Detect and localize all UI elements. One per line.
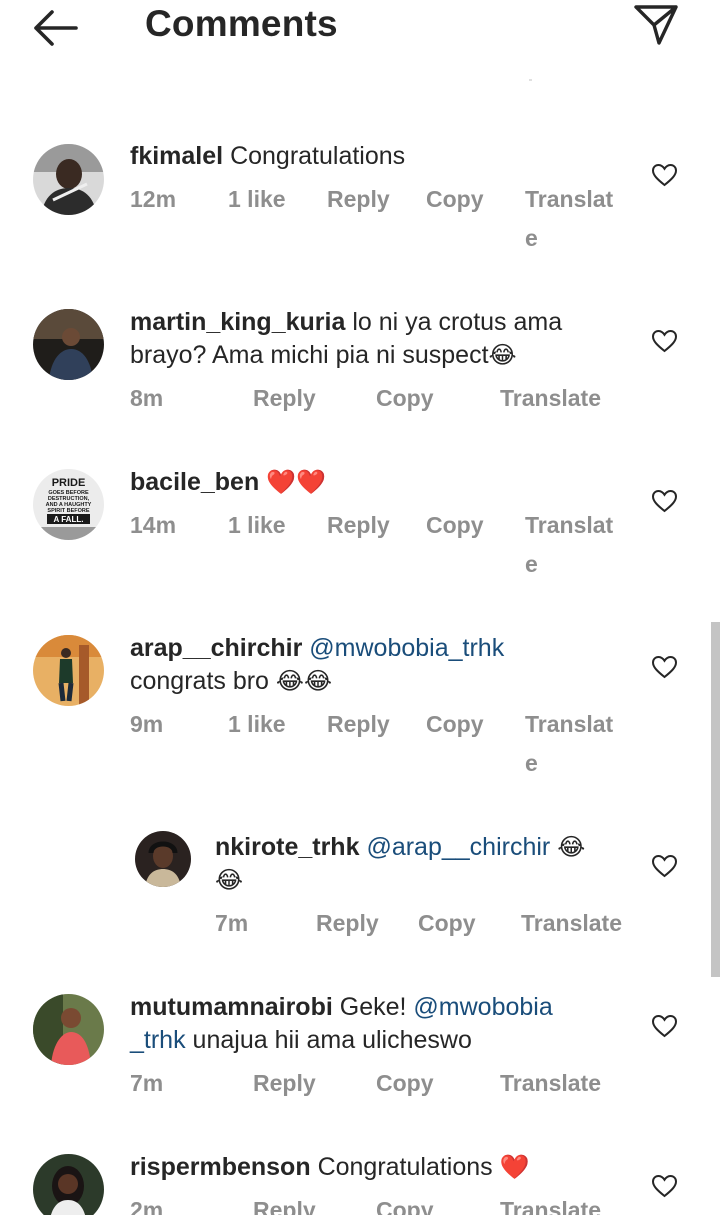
copy-button[interactable]: Copy bbox=[418, 904, 476, 943]
mention-link-continued[interactable]: _trhk bbox=[130, 1026, 186, 1054]
laughing-emoji: 😂 bbox=[488, 341, 517, 369]
translate-button[interactable]: Translate bbox=[525, 180, 617, 258]
heart-outline-icon bbox=[651, 1174, 678, 1198]
avatar-text-line: SPIRIT BEFORE bbox=[47, 508, 90, 514]
timestamp: 12m bbox=[130, 186, 177, 212]
comment-body: Geke! bbox=[339, 993, 407, 1021]
reply-button[interactable]: Reply bbox=[253, 1064, 316, 1103]
username[interactable]: martin_king_kuria bbox=[130, 308, 345, 336]
header: Comments bbox=[0, 0, 720, 60]
avatar[interactable] bbox=[33, 309, 104, 380]
like-button[interactable] bbox=[651, 329, 678, 353]
avatar[interactable] bbox=[33, 144, 104, 215]
send-button[interactable] bbox=[630, 2, 682, 48]
comment-text: mutumamnairobi Geke! @mwobobia _trhk una… bbox=[130, 991, 625, 1057]
heart-outline-icon bbox=[651, 854, 678, 878]
translate-button[interactable]: Translate bbox=[500, 1064, 601, 1103]
copy-button[interactable]: Copy bbox=[426, 506, 484, 545]
reply-button[interactable]: Reply bbox=[253, 379, 316, 418]
reply-button[interactable]: Reply bbox=[316, 904, 379, 943]
reply-button[interactable]: Reply bbox=[327, 506, 390, 545]
username[interactable]: bacile_ben bbox=[130, 468, 259, 496]
like-button[interactable] bbox=[651, 163, 678, 187]
copy-button[interactable]: Copy bbox=[376, 1191, 434, 1215]
reply-button[interactable]: Reply bbox=[327, 180, 390, 219]
paper-plane-icon bbox=[634, 5, 678, 45]
divider-mark bbox=[529, 79, 532, 81]
comment-body: Congratulations bbox=[230, 142, 406, 170]
timestamp: 7m bbox=[215, 910, 249, 936]
copy-button[interactable]: Copy bbox=[426, 705, 484, 744]
heart-emoji: ❤️❤️ bbox=[266, 468, 326, 496]
page-title: Comments bbox=[145, 3, 338, 44]
avatar-text-line: PRIDE bbox=[52, 477, 86, 489]
timestamp: 8m bbox=[130, 385, 164, 411]
timestamp: 14m bbox=[130, 512, 177, 538]
translate-button[interactable]: Translate bbox=[525, 506, 617, 584]
avatar-text-line: A FALL. bbox=[54, 515, 84, 524]
heart-emoji: ❤️ bbox=[499, 1153, 530, 1181]
like-button[interactable] bbox=[651, 655, 678, 679]
copy-button[interactable]: Copy bbox=[376, 1064, 434, 1103]
username[interactable]: fkimalel bbox=[130, 142, 223, 170]
heart-outline-icon bbox=[651, 163, 678, 187]
likes-count[interactable]: 1 like bbox=[228, 705, 286, 744]
heart-outline-icon bbox=[651, 489, 678, 513]
likes-count[interactable]: 1 like bbox=[228, 506, 286, 545]
comment-text: fkimalel Congratulations bbox=[130, 140, 625, 173]
back-button[interactable] bbox=[30, 6, 82, 50]
username[interactable]: rispermbenson bbox=[130, 1153, 311, 1181]
arrow-left-icon bbox=[34, 10, 78, 46]
comment-body: unajua hii ama ulicheswo bbox=[192, 1026, 472, 1054]
heart-outline-icon bbox=[651, 329, 678, 353]
mention-link[interactable]: @mwobobia bbox=[413, 993, 552, 1021]
avatar[interactable] bbox=[33, 994, 104, 1065]
comment-text: bacile_ben ❤️❤️ bbox=[130, 466, 625, 499]
reply-button[interactable]: Reply bbox=[327, 705, 390, 744]
like-button[interactable] bbox=[651, 489, 678, 513]
avatar[interactable] bbox=[33, 1154, 104, 1215]
avatar[interactable] bbox=[135, 831, 191, 887]
heart-outline-icon bbox=[651, 655, 678, 679]
avatar[interactable] bbox=[33, 635, 104, 706]
comment-text: martin_king_kuria lo ni ya crotus ama br… bbox=[130, 306, 625, 372]
username[interactable]: arap__chirchir bbox=[130, 634, 302, 662]
scrollbar[interactable] bbox=[711, 622, 720, 977]
laughing-emoji: 😂😂 bbox=[275, 667, 333, 695]
comment-text: rispermbenson Congratulations ❤️ bbox=[130, 1151, 625, 1184]
reply-button[interactable]: Reply bbox=[253, 1191, 316, 1215]
like-button[interactable] bbox=[651, 1014, 678, 1038]
timestamp: 7m bbox=[130, 1070, 164, 1096]
comment-text: nkirote_trhk @arap__chirchir 😂 😂 bbox=[215, 831, 625, 897]
avatar[interactable]: PRIDE GOES BEFORE DESTRUCTION, AND A HAU… bbox=[33, 469, 104, 540]
mention-link[interactable]: @arap__chirchir bbox=[366, 833, 550, 861]
like-button[interactable] bbox=[651, 854, 678, 878]
comment-body: Congratulations bbox=[317, 1153, 493, 1181]
copy-button[interactable]: Copy bbox=[426, 180, 484, 219]
translate-button[interactable]: Translate bbox=[500, 1191, 601, 1215]
mention-link[interactable]: @mwobobia_trhk bbox=[309, 634, 504, 662]
heart-outline-icon bbox=[651, 1014, 678, 1038]
copy-button[interactable]: Copy bbox=[376, 379, 434, 418]
username[interactable]: mutumamnairobi bbox=[130, 993, 333, 1021]
comment-body: congrats bro bbox=[130, 667, 269, 695]
like-button[interactable] bbox=[651, 1174, 678, 1198]
translate-button[interactable]: Translate bbox=[500, 379, 601, 418]
timestamp: 9m bbox=[130, 711, 164, 737]
timestamp: 2m bbox=[130, 1197, 164, 1215]
likes-count[interactable]: 1 like bbox=[228, 180, 286, 219]
translate-button[interactable]: Translate bbox=[525, 705, 617, 783]
laughing-emoji: 😂 bbox=[215, 866, 244, 894]
translate-button[interactable]: Translate bbox=[521, 904, 622, 943]
laughing-emoji: 😂 bbox=[557, 833, 586, 861]
comment-text: arap__chirchir @mwobobia_trhk congrats b… bbox=[130, 632, 625, 698]
username[interactable]: nkirote_trhk bbox=[215, 833, 359, 861]
